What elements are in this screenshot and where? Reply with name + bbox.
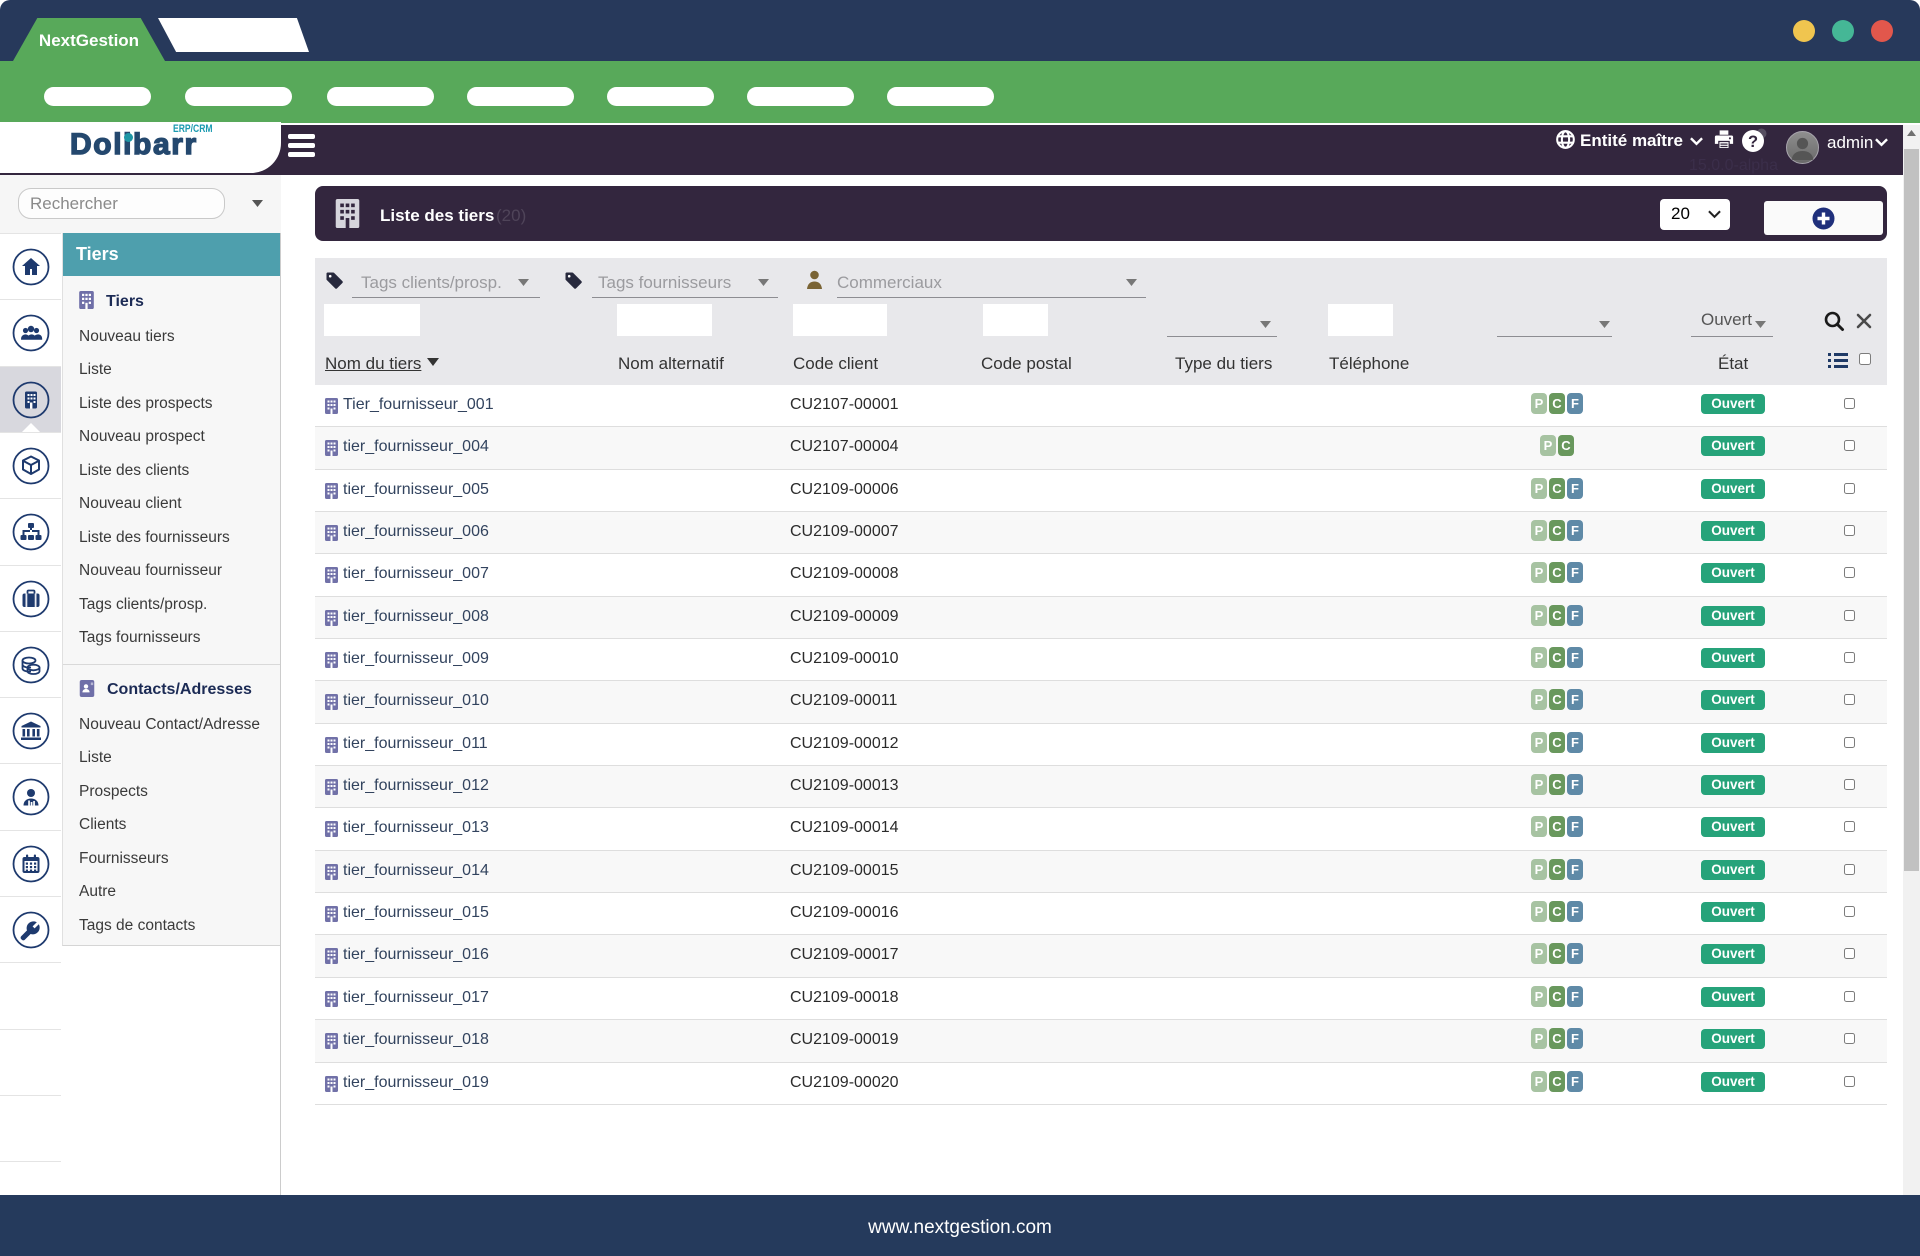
svg-text:?: ? [1748, 133, 1758, 151]
